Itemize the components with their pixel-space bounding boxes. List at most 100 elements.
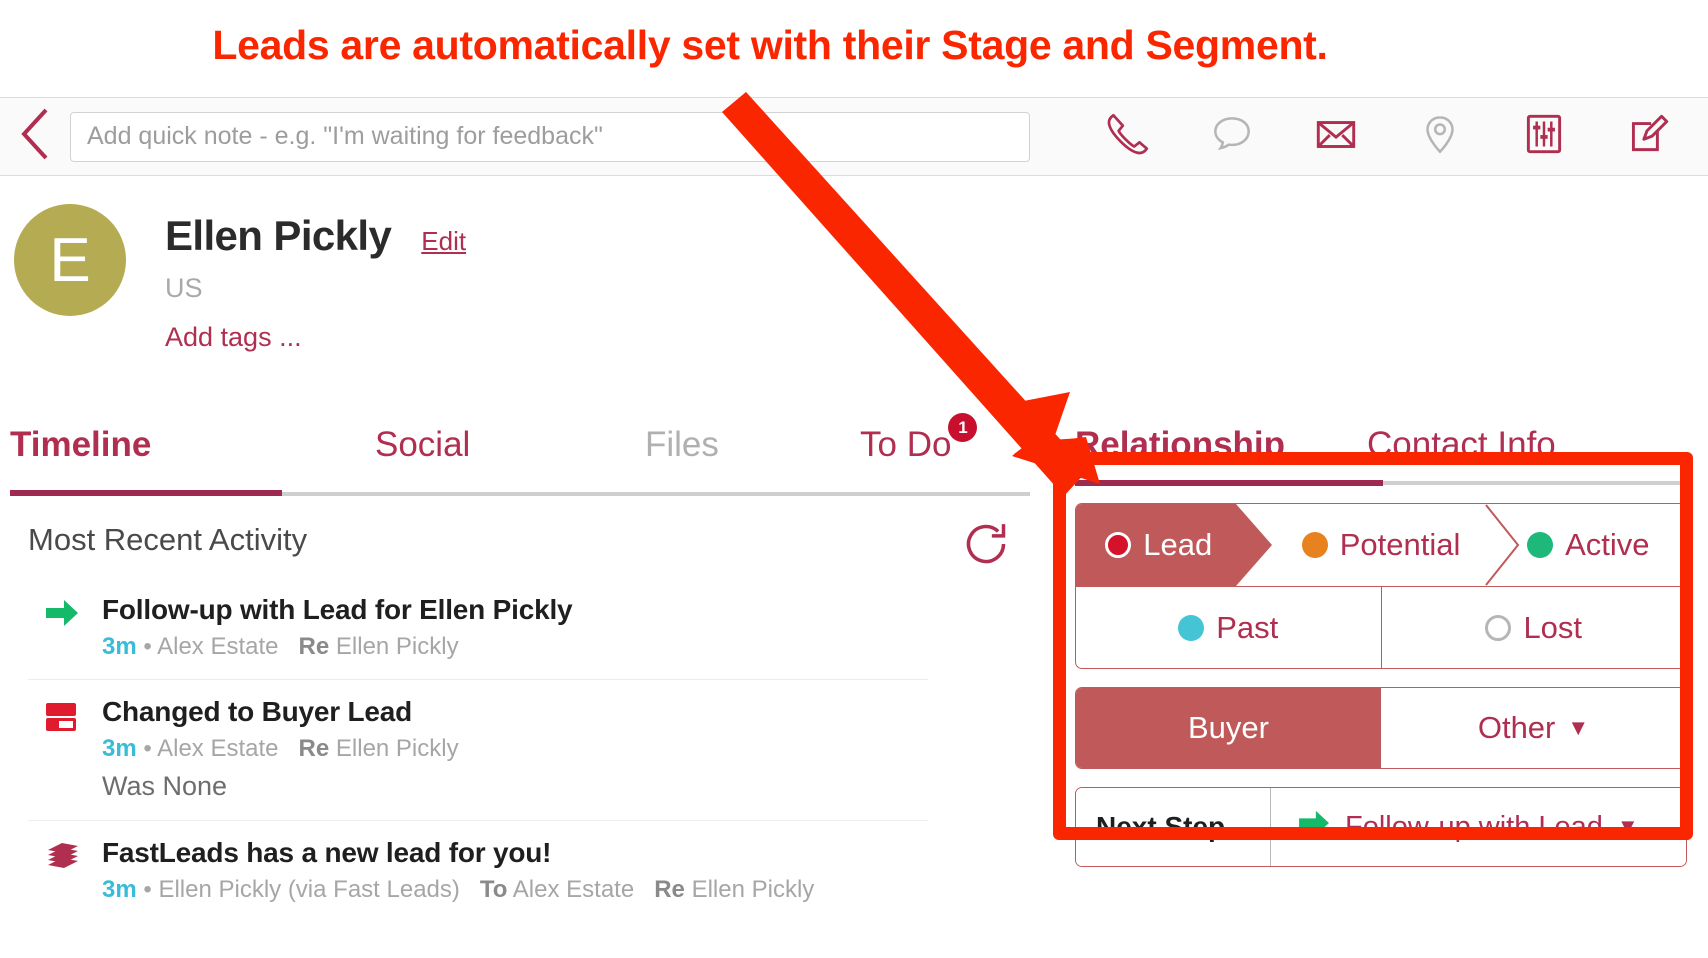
settings-button[interactable] (1492, 97, 1596, 176)
quick-note-input[interactable] (70, 111, 1030, 162)
activity-to-value: Alex Estate (512, 876, 635, 903)
sliders-icon (1519, 109, 1569, 164)
activity-actor: Alex Estate (157, 735, 279, 762)
refresh-button[interactable] (958, 516, 1014, 577)
activity-time: 3m (102, 633, 137, 660)
list-item[interactable]: FastLeads has a new lead for you! 3m • E… (28, 821, 928, 922)
call-button[interactable] (1076, 97, 1180, 176)
add-tags-link[interactable]: Add tags ... (165, 322, 302, 353)
segment-option-buyer[interactable]: Buyer (1076, 688, 1381, 768)
activity-title: Changed to Buyer Lead (102, 696, 413, 727)
next-step-row: Next Step Follow-up with Lead ▼ (1075, 787, 1687, 867)
tab-todo-label: To Do (860, 425, 952, 464)
compose-button[interactable] (1596, 97, 1700, 176)
activity-actor: Ellen Pickly (via Fast Leads) (158, 876, 460, 903)
activity-title: Follow-up with Lead for Ellen Pickly (102, 594, 573, 625)
tab-todo[interactable]: To Do 1 (860, 413, 978, 465)
annotation-caption: Leads are automatically set with their S… (212, 22, 1328, 68)
activity-title: FastLeads has a new lead for you! (102, 837, 552, 868)
activity-time: 3m (102, 735, 137, 762)
activity-meta: 3m • Alex Estate Re Ellen Pickly (102, 735, 928, 763)
left-tab-bar: Timeline Social Files To Do 1 (0, 413, 1030, 493)
tab-social[interactable]: Social (375, 425, 470, 465)
stage-selector: Lead Potential Active Past Lost (1075, 503, 1687, 669)
contact-country: US (165, 273, 203, 303)
segment-buyer-label: Buyer (1188, 710, 1269, 745)
status-dot-past-icon (1178, 614, 1205, 641)
map-pin-icon (1415, 109, 1465, 164)
status-dot-active-icon (1527, 532, 1554, 558)
back-button[interactable] (0, 97, 70, 176)
activity-to-label: To (479, 876, 508, 903)
activity-actor: Alex Estate (157, 633, 279, 660)
right-tab-bar: Relationship Contact Info (1075, 425, 1687, 465)
chevron-left-icon (18, 106, 52, 167)
chevron-down-icon: ▼ (1567, 715, 1590, 740)
stage-past-label: Past (1216, 609, 1279, 645)
stage-active-label: Active (1565, 527, 1650, 562)
edit-contact-link[interactable]: Edit (421, 226, 466, 257)
tab-contact-info[interactable]: Contact Info (1367, 425, 1556, 465)
stage-option-lead[interactable]: Lead (1076, 504, 1271, 586)
status-dot-lost-icon (1485, 614, 1512, 641)
stage-option-active[interactable]: Active (1491, 504, 1686, 586)
activity-re-label: Re (298, 735, 330, 762)
stage-lead-label: Lead (1143, 527, 1213, 562)
activity-sep: • (143, 735, 152, 762)
stage-potential-label: Potential (1339, 527, 1461, 562)
relationship-panel: Relationship Contact Info Lead Potential (1075, 425, 1687, 867)
tab-social-label: Social (375, 425, 471, 464)
tab-timeline[interactable]: Timeline (10, 425, 151, 465)
tab-relationship-label: Relationship (1075, 425, 1286, 464)
chevron-down-icon: ▼ (1616, 814, 1639, 839)
chat-bubble-icon (1207, 109, 1257, 164)
tab-contact-info-label: Contact Info (1367, 425, 1556, 464)
name-row: Ellen Pickly Edit (165, 212, 466, 260)
activity-section-title: Most Recent Activity (28, 522, 308, 557)
segment-option-other[interactable]: Other ▼ (1381, 688, 1686, 768)
email-button[interactable] (1284, 97, 1388, 176)
toolbar-icon-group (1076, 97, 1700, 176)
stage-option-past[interactable]: Past (1076, 587, 1382, 668)
activity-meta: 3m • Alex Estate Re Ellen Pickly (102, 633, 928, 661)
tab-timeline-label: Timeline (10, 425, 152, 464)
tab-files-label: Files (645, 425, 719, 464)
activity-time: 3m (102, 876, 137, 903)
activity-meta: 3m • Ellen Pickly (via Fast Leads) To Al… (102, 876, 928, 904)
activity-re-value: Ellen Pickly (335, 735, 459, 762)
right-tab-divider (1075, 480, 1687, 486)
next-step-value-dropdown[interactable]: Follow-up with Lead ▼ (1271, 788, 1686, 866)
app-root: Leads are automatically set with their S… (0, 0, 1708, 958)
refresh-icon (958, 524, 1014, 576)
status-dot-potential-icon (1301, 532, 1328, 558)
stage-primary-row: Lead Potential Active (1076, 504, 1686, 586)
activity-re-value: Ellen Pickly (335, 633, 459, 660)
green-arrow-icon (44, 598, 80, 633)
list-item[interactable]: Changed to Buyer Lead 3m • Alex Estate R… (28, 680, 928, 821)
next-step-label: Next Step (1076, 788, 1271, 866)
activity-sep: • (143, 633, 152, 660)
activity-re-value: Ellen Pickly (691, 876, 815, 903)
stage-secondary-row: Past Lost (1076, 586, 1686, 668)
tab-relationship[interactable]: Relationship (1075, 425, 1285, 465)
phone-icon (1103, 109, 1153, 164)
segment-other-label: Other (1477, 710, 1556, 745)
stage-option-lost[interactable]: Lost (1382, 587, 1687, 668)
compose-icon (1623, 109, 1673, 164)
tab-files[interactable]: Files (645, 425, 719, 465)
tab-active-indicator (10, 490, 282, 496)
activity-re-label: Re (654, 876, 685, 903)
avatar: E (14, 204, 126, 316)
status-dot-lead-icon (1105, 532, 1132, 558)
layers-icon (44, 841, 82, 878)
changed-field-icon (44, 700, 78, 739)
green-arrow-icon (1297, 809, 1331, 845)
activity-timeline: Follow-up with Lead for Ellen Pickly 3m … (28, 578, 928, 922)
stage-option-potential[interactable]: Potential (1271, 504, 1490, 586)
message-button[interactable] (1180, 97, 1284, 176)
list-item[interactable]: Follow-up with Lead for Ellen Pickly 3m … (28, 578, 928, 680)
top-toolbar (0, 97, 1708, 176)
activity-re-label: Re (298, 633, 330, 660)
location-button[interactable] (1388, 97, 1492, 176)
envelope-icon (1311, 109, 1361, 164)
